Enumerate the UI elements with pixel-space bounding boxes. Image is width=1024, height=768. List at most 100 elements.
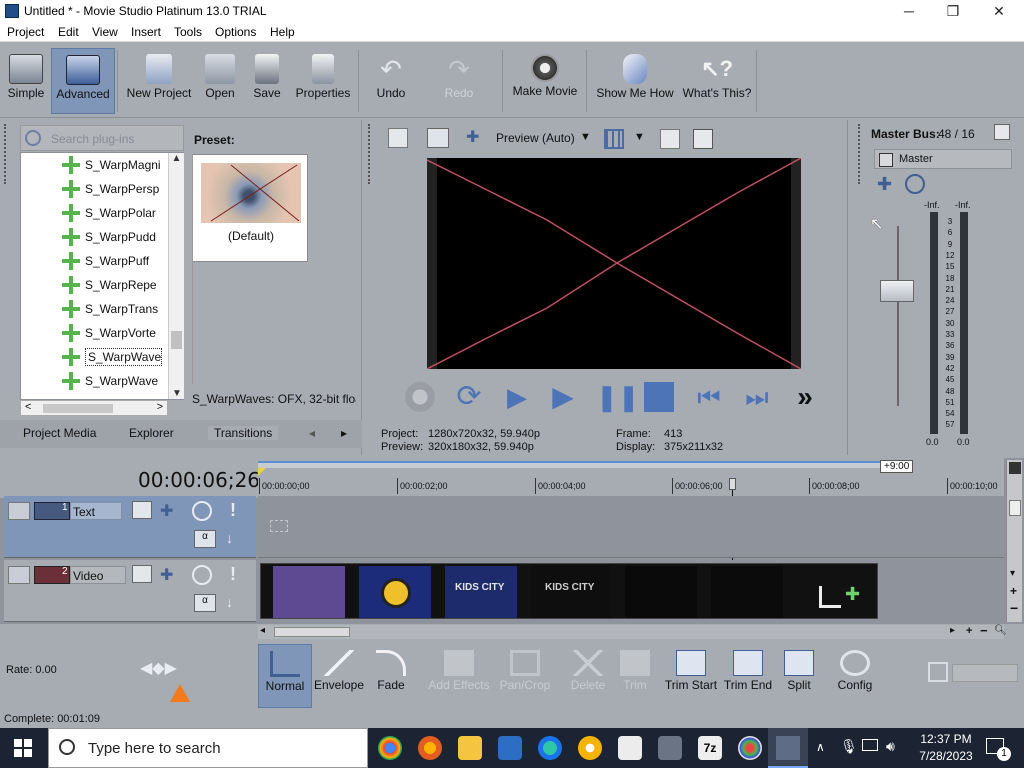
track-list-menu-icon[interactable] bbox=[1009, 462, 1021, 474]
zoom-out-icon[interactable]: − bbox=[980, 623, 988, 638]
master-fader-handle[interactable] bbox=[880, 280, 914, 302]
simple-button[interactable]: Simple bbox=[4, 48, 48, 114]
taskbar-time[interactable]: 12:37 PM bbox=[916, 732, 976, 746]
chrome-canary-icon[interactable] bbox=[578, 736, 602, 760]
plugin-tree-scrollbar[interactable]: ▲ ▼ bbox=[168, 153, 184, 399]
trim-button[interactable]: Trim bbox=[614, 644, 656, 708]
compositing-mode-icon[interactable]: α bbox=[194, 594, 216, 612]
track-name[interactable]: Video bbox=[70, 566, 126, 584]
playhead-handle[interactable] bbox=[729, 478, 736, 490]
plugin-tree-item[interactable]: S_WarpWave bbox=[62, 370, 162, 392]
overlays-grid-icon[interactable] bbox=[604, 129, 624, 149]
tab-project-media[interactable]: Project Media bbox=[23, 426, 96, 440]
microphone-icon[interactable]: 🎙︎ bbox=[840, 738, 858, 755]
text-track-lane[interactable] bbox=[258, 496, 1004, 558]
paint-icon[interactable] bbox=[738, 736, 762, 760]
show-hidden-icons-chevron-icon[interactable]: ∧ bbox=[816, 740, 825, 754]
split-button[interactable]: Split bbox=[776, 644, 822, 708]
plugin-tree-item[interactable]: S_WarpPudd bbox=[62, 226, 162, 248]
track-zoom-out-icon[interactable]: − bbox=[1010, 600, 1018, 616]
plugin-tree-item[interactable]: S_WarpMagni bbox=[62, 154, 162, 176]
track-header-text[interactable]: 1 Text ✚ ! α ↓ bbox=[4, 496, 256, 558]
zoom-tool-icon[interactable]: 🔍︎ bbox=[994, 625, 1007, 636]
more-transport-icon[interactable]: » bbox=[788, 380, 822, 414]
track-mute-icon[interactable] bbox=[192, 501, 212, 521]
fade-button[interactable]: Fade bbox=[366, 644, 416, 708]
trim-start-button[interactable]: Trim Start bbox=[660, 644, 722, 708]
save-snapshot-icon[interactable] bbox=[693, 129, 713, 149]
new-project-button[interactable]: New Project bbox=[124, 48, 194, 114]
tab-scroll-left-icon[interactable]: ◂ bbox=[300, 426, 324, 440]
panel-grip[interactable] bbox=[858, 124, 866, 184]
game-icon[interactable] bbox=[618, 736, 642, 760]
tab-explorer[interactable]: Explorer bbox=[129, 426, 174, 440]
loop-region-bar[interactable] bbox=[258, 461, 880, 468]
taskbar-search-box[interactable]: Type here to search bbox=[48, 728, 368, 768]
menu-insert[interactable]: Insert bbox=[131, 25, 161, 39]
pan-crop-button[interactable]: Pan/Crop bbox=[496, 644, 554, 708]
config-button[interactable]: Config bbox=[830, 644, 880, 708]
menu-help[interactable]: Help bbox=[270, 25, 295, 39]
zoom-slider[interactable] bbox=[952, 664, 1018, 682]
trim-end-button[interactable]: Trim End bbox=[722, 644, 774, 708]
go-to-end-button[interactable]: ⏭ bbox=[740, 380, 774, 414]
timeline-scroll-thumb[interactable] bbox=[274, 627, 350, 637]
plugin-tree-item[interactable]: S_WarpTrans bbox=[62, 298, 162, 320]
master-fx-chain-icon[interactable]: ✚ bbox=[877, 174, 892, 195]
overlays-chevron-icon[interactable]: ▼ bbox=[634, 131, 645, 143]
tab-scroll-right-icon[interactable]: ▸ bbox=[334, 426, 354, 440]
stop-button[interactable] bbox=[644, 382, 674, 412]
track-motion-icon[interactable] bbox=[132, 565, 152, 583]
plugin-tree-item[interactable]: S_WarpVorte bbox=[62, 322, 162, 344]
plugin-tree-item[interactable]: S_WarpPersp bbox=[62, 178, 162, 200]
menu-tools[interactable]: Tools bbox=[174, 25, 202, 39]
track-motion-icon[interactable] bbox=[132, 501, 152, 519]
scroll-down-icon[interactable]: ▾ bbox=[1010, 568, 1015, 579]
undo-button[interactable]: ↶ Undo bbox=[366, 48, 416, 114]
panel-grip[interactable] bbox=[368, 124, 376, 184]
scroll-thumb[interactable] bbox=[171, 331, 182, 349]
track-fx-icon[interactable]: ✚ bbox=[160, 565, 173, 585]
edge-icon[interactable] bbox=[538, 736, 562, 760]
event-pan-crop-icon[interactable] bbox=[819, 586, 841, 608]
make-compositing-child-icon[interactable]: ↓ bbox=[226, 530, 244, 548]
plugin-tree-item[interactable]: S_WarpWave bbox=[62, 346, 162, 368]
scroll-right-icon[interactable]: ▸ bbox=[950, 625, 955, 636]
split-screen-icon[interactable]: ✚ bbox=[466, 130, 486, 146]
track-header-video[interactable]: 2 Video ✚ ! α ↓ bbox=[4, 560, 256, 622]
taskbar-date[interactable]: 7/28/2023 bbox=[916, 749, 976, 763]
volume-icon[interactable]: 🔊︎ bbox=[886, 738, 895, 755]
make-compositing-child-icon[interactable]: ↓ bbox=[226, 594, 244, 612]
preview-quality-dropdown[interactable]: Preview (Auto) bbox=[496, 131, 575, 145]
timeline-hscrollbar[interactable]: ◂ ▸ + − 🔍︎ bbox=[258, 623, 1007, 639]
scroll-left-icon[interactable]: ◂ bbox=[260, 625, 265, 636]
go-to-start-button[interactable]: ⏮ bbox=[692, 380, 726, 414]
tab-transitions[interactable]: Transitions bbox=[208, 426, 279, 440]
track-name[interactable]: Text bbox=[70, 502, 122, 520]
movie-studio-taskbar-button[interactable] bbox=[768, 728, 808, 768]
plugin-tree-item[interactable]: S_WarpRepe bbox=[62, 274, 162, 296]
plugin-tree-hscrollbar[interactable]: < > bbox=[20, 400, 168, 416]
track-minimize-icon[interactable] bbox=[8, 502, 30, 520]
compositing-mode-icon[interactable]: α bbox=[194, 530, 216, 548]
track-zoom-in-icon[interactable]: + bbox=[1010, 584, 1017, 598]
7zip-icon[interactable]: 7z bbox=[698, 736, 722, 760]
preview-quality-chevron-icon[interactable]: ▼ bbox=[580, 131, 591, 143]
redo-button[interactable]: ↷ Redo bbox=[434, 48, 484, 114]
plugin-tree-item[interactable]: S_WarpPuff bbox=[62, 250, 162, 272]
copy-snapshot-icon[interactable] bbox=[660, 129, 680, 149]
timeline-vscrollbar[interactable]: ▾ + − bbox=[1006, 460, 1022, 622]
preview-properties-icon[interactable] bbox=[388, 128, 408, 148]
close-button[interactable]: ✕ bbox=[976, 0, 1022, 22]
menu-project[interactable]: Project bbox=[7, 25, 44, 39]
file-explorer-icon[interactable] bbox=[458, 736, 482, 760]
track-fx-icon[interactable]: ✚ bbox=[160, 501, 173, 521]
film-app-icon[interactable] bbox=[658, 736, 682, 760]
panel-grip[interactable] bbox=[4, 124, 12, 184]
plugin-search-box[interactable]: Search plug-ins bbox=[20, 125, 184, 151]
preset-thumbnail[interactable]: (Default) bbox=[192, 154, 308, 262]
menu-view[interactable]: View bbox=[92, 25, 118, 39]
menu-options[interactable]: Options bbox=[215, 25, 256, 39]
pause-button[interactable]: ❚❚ bbox=[596, 380, 640, 414]
microsoft-store-icon[interactable] bbox=[498, 736, 522, 760]
